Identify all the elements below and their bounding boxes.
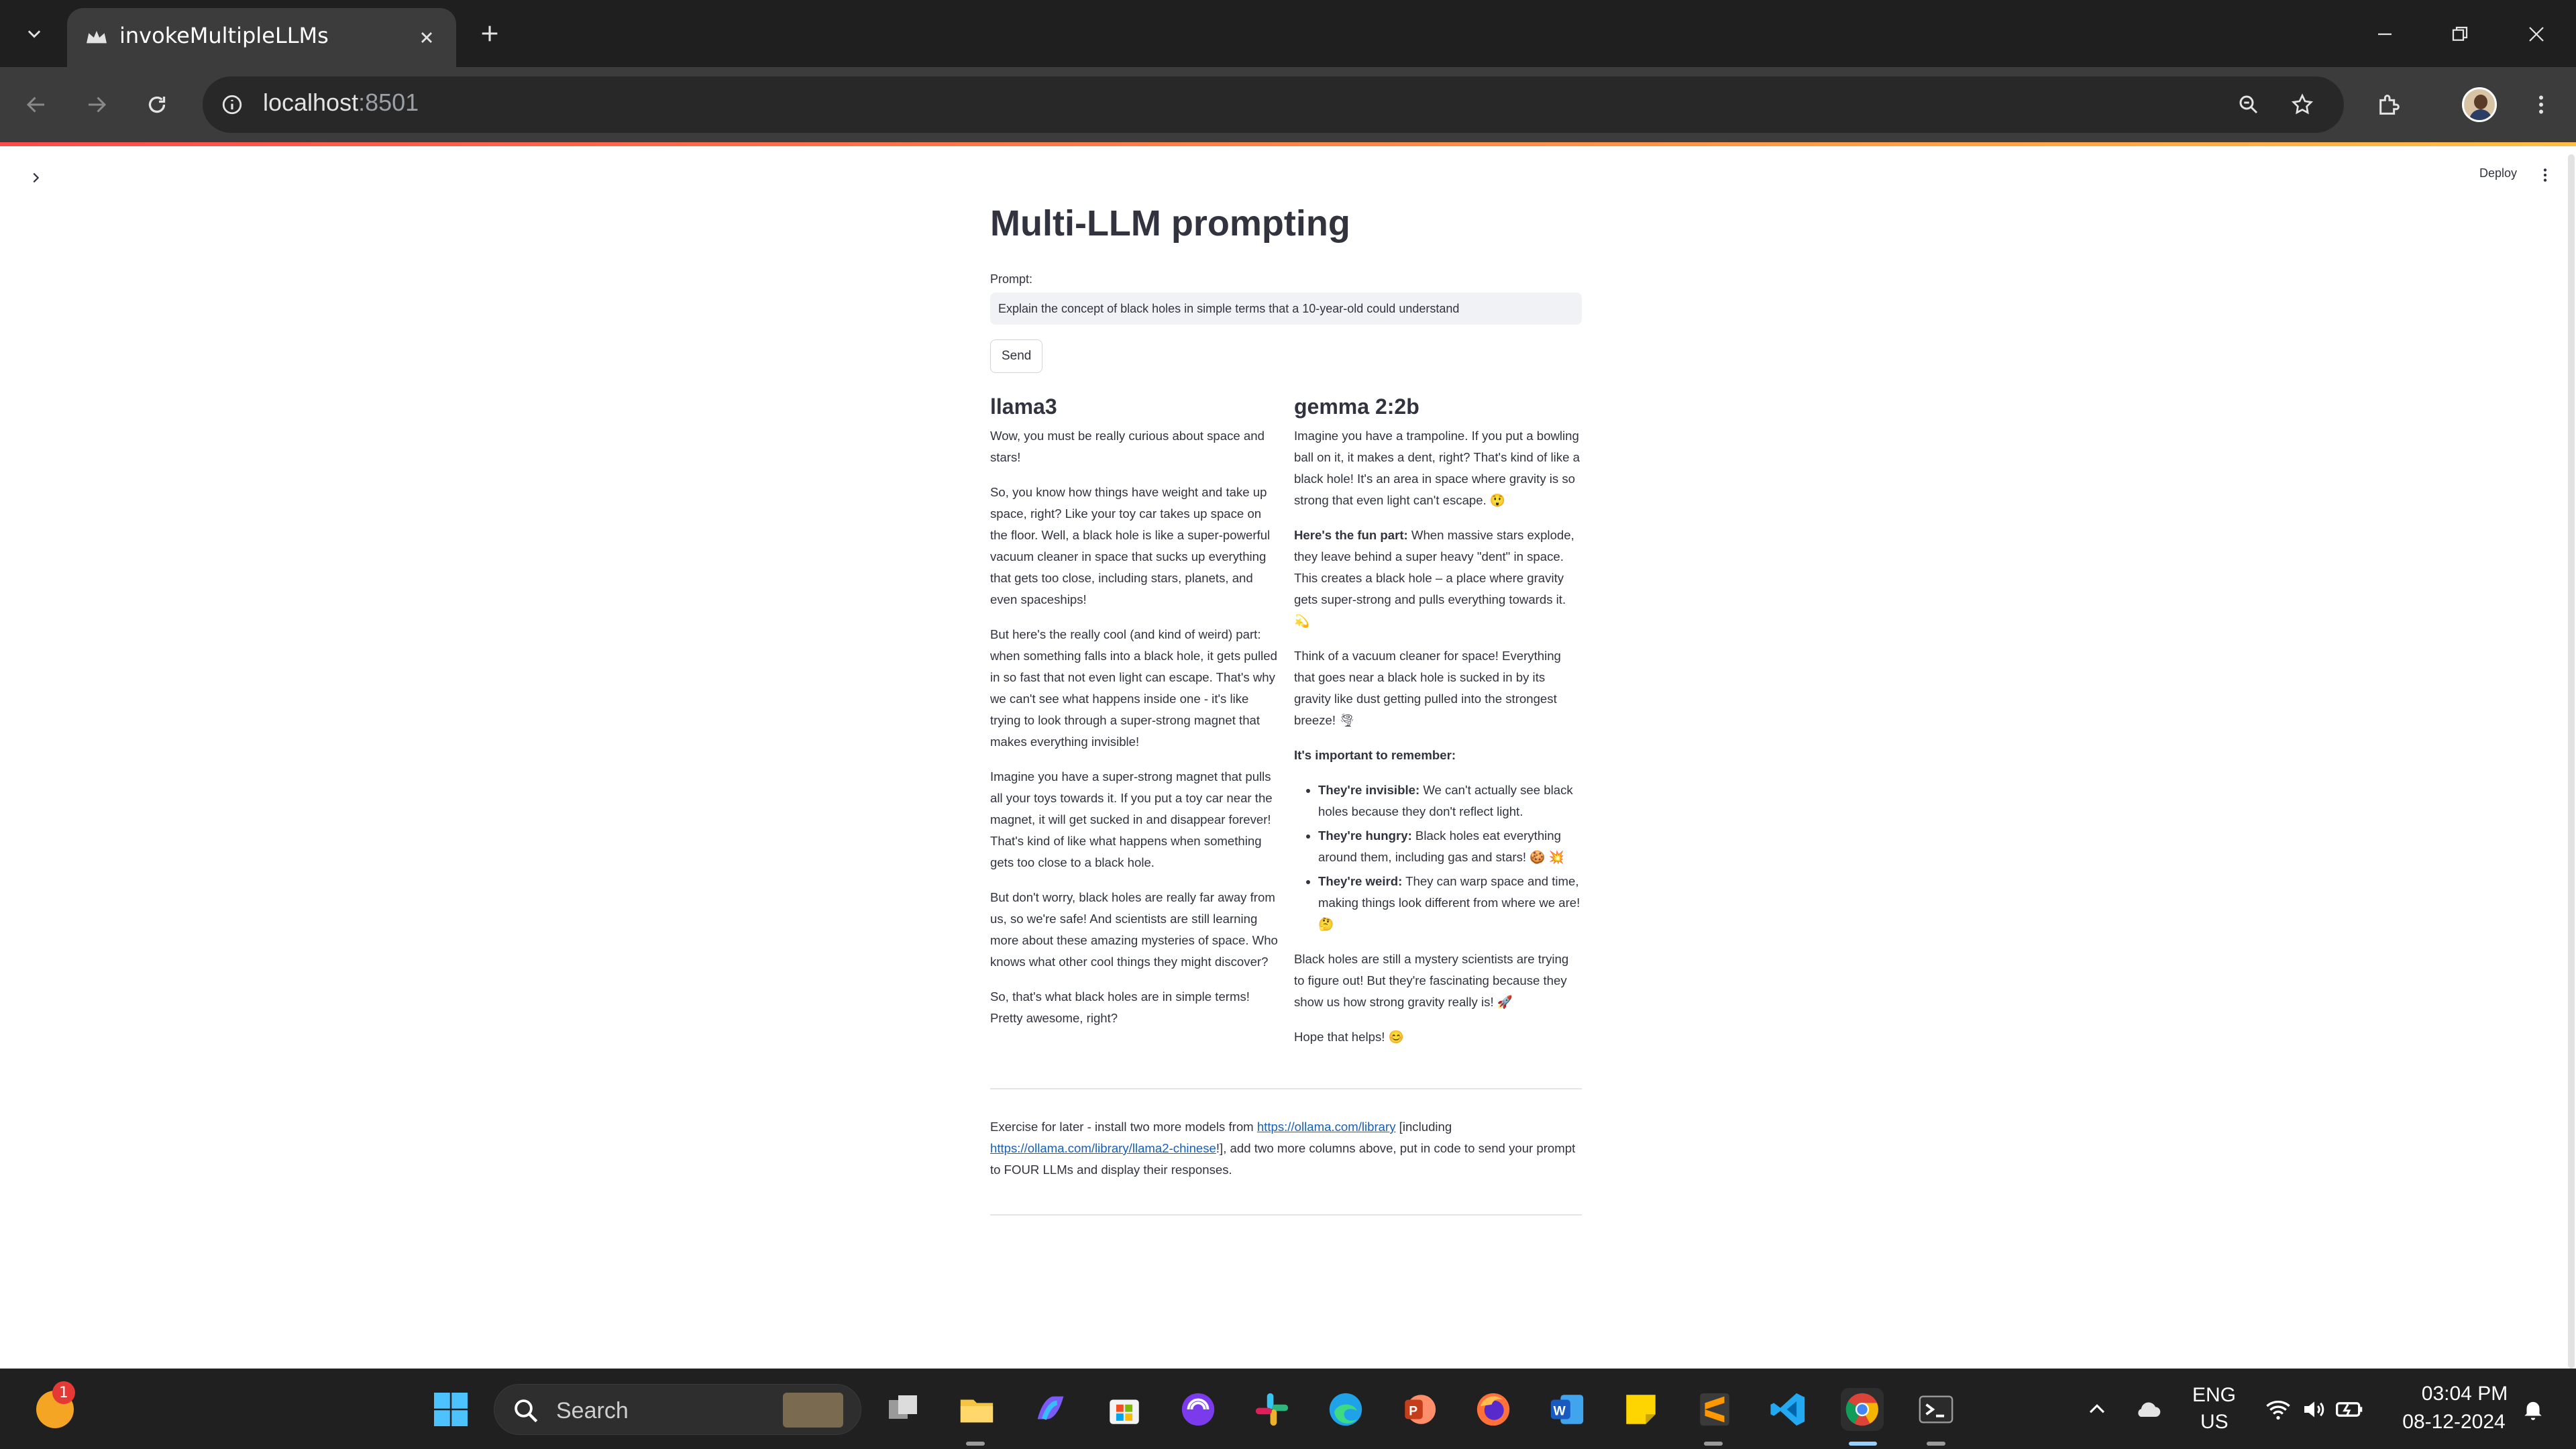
profile-avatar[interactable] — [2462, 87, 2497, 122]
tab-search-chevron-icon[interactable] — [19, 19, 50, 50]
close-tab-icon[interactable] — [413, 24, 440, 51]
minimize-window-icon[interactable] — [2365, 15, 2404, 54]
back-arrow-icon[interactable] — [17, 86, 55, 123]
llama3-paragraph: Imagine you have a super-strong magnet t… — [990, 769, 1273, 869]
zoom-magnifier-icon[interactable] — [2231, 87, 2266, 122]
prompt-label: Prompt: — [990, 272, 1033, 286]
model-columns: llama3 Wow, you must be really curious a… — [990, 392, 1582, 1061]
file-explorer-icon[interactable] — [955, 1388, 998, 1431]
gemma-column: gemma 2:2b Imagine you have a trampoline… — [1294, 392, 1582, 1061]
gemma-paragraph: Black holes are still a mystery scientis… — [1294, 952, 1569, 1009]
gemma-paragraph: Imagine you have a trampoline. If you pu… — [1294, 429, 1580, 507]
gemma-paragraph: It's important to remember: — [1294, 745, 1582, 766]
terminal-icon[interactable] — [1915, 1388, 1957, 1431]
browser-menu-kebab-icon[interactable] — [2522, 86, 2560, 123]
address-bar[interactable]: localhost:8501 — [203, 76, 2344, 133]
show-hidden-icons-chevron-icon[interactable] — [2076, 1388, 2118, 1431]
windows-start-icon[interactable] — [429, 1388, 472, 1431]
streamlit-crown-icon — [83, 24, 110, 51]
clock-date[interactable]: 08-12-2024 — [2396, 1411, 2512, 1434]
search-placeholder: Search — [556, 1398, 629, 1424]
list-item: They're weird: They can warp space and t… — [1318, 871, 1582, 935]
column-header-gemma: gemma 2:2b — [1294, 394, 1419, 419]
powerpoint-icon[interactable]: P — [1398, 1388, 1441, 1431]
active-indicator — [1849, 1442, 1877, 1446]
running-indicator — [1704, 1442, 1723, 1446]
bold-lead: It's important to remember: — [1294, 748, 1456, 762]
llama3-paragraph: But here's the really cool (and kind of … — [990, 627, 1277, 749]
running-indicator — [1927, 1442, 1945, 1446]
svg-text:P: P — [1409, 1404, 1417, 1418]
llama3-paragraph: So, that's what black holes are in simpl… — [990, 989, 1250, 1025]
forward-arrow-icon[interactable] — [78, 86, 115, 123]
prompt-input[interactable] — [990, 292, 1582, 325]
list-item: They're hungry: Black holes eat everythi… — [1318, 825, 1582, 868]
windows-taskbar: 1 Search P W ENG US 03:04 PM 08-12-2024 — [0, 1368, 2576, 1449]
tab-title: invokeMultipleLLMs — [119, 23, 329, 48]
gemma-paragraph: Hope that helps! 😊 — [1294, 1030, 1404, 1044]
slack-icon[interactable] — [1250, 1388, 1293, 1431]
page-title: Multi-LLM prompting — [990, 203, 1350, 244]
taskbar-search-box[interactable]: Search — [494, 1384, 861, 1435]
word-icon[interactable]: W — [1546, 1388, 1589, 1431]
exercise-note: Exercise for later - install two more mo… — [990, 1120, 1576, 1177]
llama3-paragraph: But don't worry, black holes are really … — [990, 890, 1278, 969]
ollama-library-link[interactable]: https://ollama.com/library — [1257, 1120, 1396, 1134]
firefox-icon[interactable] — [1472, 1388, 1515, 1431]
new-tab-plus-icon[interactable] — [474, 17, 506, 50]
edge-browser-icon[interactable] — [1324, 1388, 1367, 1431]
divider — [990, 1214, 1582, 1216]
sublime-text-icon[interactable] — [1693, 1388, 1736, 1431]
browser-tab-strip: invokeMultipleLLMs — [0, 0, 2576, 67]
divider — [990, 1088, 1582, 1089]
deploy-button[interactable]: Deploy — [2479, 166, 2517, 180]
podcast-app-icon[interactable] — [1177, 1388, 1220, 1431]
restore-window-icon[interactable] — [2440, 15, 2479, 54]
gemma-bullet-list: They're invisible: We can't actually see… — [1318, 780, 1582, 935]
streamlit-decoration-bar — [0, 142, 2576, 146]
page-scrollbar[interactable] — [2568, 154, 2575, 1368]
sticky-notes-icon[interactable] — [1619, 1388, 1662, 1431]
reload-icon[interactable] — [138, 86, 176, 123]
input-region[interactable]: US — [2200, 1411, 2229, 1434]
bold-lead: Here's the fun part: — [1294, 528, 1408, 542]
microsoft-store-icon[interactable] — [1103, 1388, 1146, 1431]
bookmark-star-icon[interactable] — [2285, 87, 2320, 122]
list-item: They're invisible: We can't actually see… — [1318, 780, 1582, 822]
search-highlight-image — [783, 1393, 843, 1428]
sidebar-expand-chevron-icon[interactable] — [25, 168, 46, 188]
browser-tab-active[interactable]: invokeMultipleLLMs — [67, 8, 456, 67]
extensions-puzzle-icon[interactable] — [2371, 86, 2408, 123]
gemma-paragraph: Think of a vacuum cleaner for space! Eve… — [1294, 649, 1561, 727]
search-icon — [512, 1397, 540, 1428]
notification-bell-icon[interactable] — [2512, 1388, 2555, 1431]
url-text: localhost:8501 — [263, 89, 419, 116]
close-window-icon[interactable] — [2517, 15, 2556, 54]
notification-badge: 1 — [52, 1381, 75, 1404]
llama3-column: llama3 Wow, you must be really curious a… — [990, 392, 1278, 1061]
running-indicator — [966, 1442, 985, 1446]
svg-text:W: W — [1553, 1404, 1566, 1418]
llama3-paragraph: Wow, you must be really curious about sp… — [990, 429, 1265, 464]
clock-time[interactable]: 03:04 PM — [2418, 1383, 2512, 1405]
task-view-icon[interactable] — [881, 1388, 924, 1431]
gemma-paragraph: Here's the fun part: When massive stars … — [1294, 528, 1574, 628]
copilot-icon[interactable] — [1029, 1388, 1072, 1431]
browser-toolbar: localhost:8501 — [0, 67, 2576, 142]
site-info-icon[interactable] — [215, 87, 250, 122]
send-button[interactable]: Send — [990, 339, 1043, 373]
chrome-icon[interactable] — [1841, 1388, 1884, 1431]
battery-icon[interactable] — [2328, 1388, 2371, 1431]
app-menu-kebab-icon[interactable] — [2537, 165, 2553, 185]
vscode-icon[interactable] — [1767, 1388, 1810, 1431]
llama3-paragraph: So, you know how things have weight and … — [990, 485, 1271, 606]
llama2-chinese-link[interactable]: https://ollama.com/library/llama2-chines… — [990, 1141, 1216, 1155]
onedrive-cloud-icon[interactable] — [2127, 1388, 2169, 1431]
main-content: Multi-LLM prompting Prompt: Send llama3 … — [990, 195, 1582, 1216]
column-header-llama3: llama3 — [990, 394, 1057, 419]
input-language[interactable]: ENG — [2192, 1384, 2236, 1407]
